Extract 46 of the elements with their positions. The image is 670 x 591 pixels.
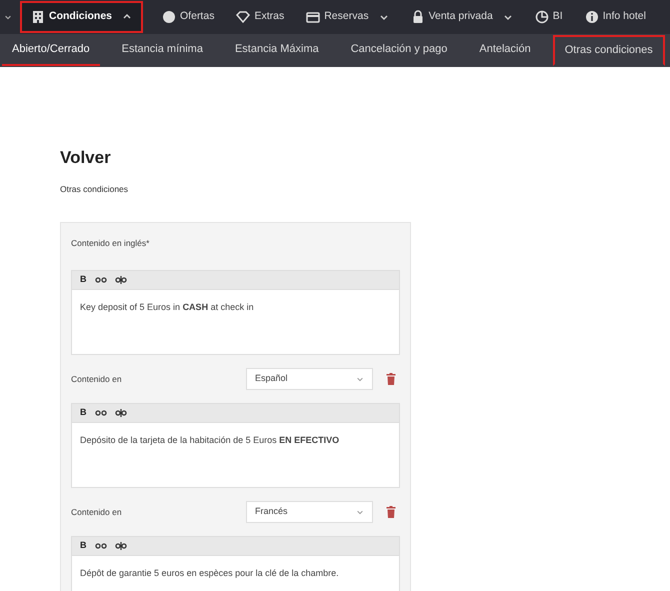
tab[interactable]: Estancia mínima	[112, 35, 213, 66]
tab[interactable]: Cancelación y pago	[340, 35, 458, 66]
editor-text: Dépôt de garantie 5 euros en espèces pour la clé de la chambre.	[80, 568, 339, 578]
caret-icon	[356, 375, 364, 383]
pie-chart-icon	[534, 10, 549, 24]
tab[interactable]: Estancia Máxima	[224, 35, 329, 66]
unlink-icon[interactable]	[114, 409, 126, 417]
editor-text: Key deposit of 5 Euros in CASH at check in	[80, 302, 254, 312]
link-icon[interactable]	[94, 276, 106, 284]
nav-menu-item[interactable]: Ofertas	[151, 1, 226, 33]
field-label: Contenido en	[71, 372, 123, 386]
unlink-icon[interactable]	[114, 542, 126, 550]
language-select[interactable]: Español	[246, 368, 373, 390]
text-editor[interactable]: B Depósito de la tarjeta de la habitación de 5 Euros EN EFECTIVO	[71, 403, 400, 488]
back-heading[interactable]: Volver	[60, 145, 670, 170]
credit-card-icon	[306, 10, 320, 24]
link-icon[interactable]	[94, 542, 106, 550]
tab[interactable]: Abierto/Cerrado	[2, 35, 100, 66]
caret-icon	[356, 508, 364, 516]
chevron-icon[interactable]	[4, 13, 12, 21]
bold-button[interactable]: B	[80, 406, 86, 420]
text-editor[interactable]: B Dépôt de garantie 5 euros en espèces pour la clé de la chambre.	[71, 536, 400, 591]
field-label: Contenido en	[71, 506, 123, 518]
nav-menu-item[interactable]: Venta privada	[400, 1, 524, 33]
link-icon[interactable]	[94, 409, 106, 417]
language-select[interactable]: Francés	[246, 501, 373, 523]
trash-icon[interactable]	[386, 373, 396, 385]
field-label: Contenido en inglés*	[71, 237, 150, 250]
nav-menu-item[interactable]: Reservas	[295, 1, 400, 33]
tab[interactable]: Otras condiciones	[552, 35, 665, 66]
nav-menu-item[interactable]: Extras	[225, 1, 296, 33]
unlink-icon[interactable]	[114, 276, 126, 284]
trash-icon[interactable]	[386, 506, 396, 518]
page-subtitle: Otras condiciones	[60, 182, 130, 196]
bold-button[interactable]: B	[80, 539, 86, 553]
diamond-icon	[236, 10, 250, 24]
bold-button[interactable]: B	[80, 273, 86, 287]
text-editor[interactable]: B Key deposit of 5 Euros in CASH at check in	[71, 270, 400, 355]
tab[interactable]: Antelación	[469, 35, 541, 66]
info-icon	[584, 10, 599, 24]
nav-menu-item[interactable]: Info hotel	[574, 1, 657, 33]
nav-menu-item[interactable]: Condiciones	[20, 1, 144, 33]
building-icon	[31, 10, 45, 24]
nav-menu-item[interactable]: BI	[524, 1, 574, 33]
lock-icon	[410, 10, 425, 24]
editor-text: Depósito de la tarjeta de la habitación de 5 Euros EN EFECTIVO	[80, 435, 340, 445]
